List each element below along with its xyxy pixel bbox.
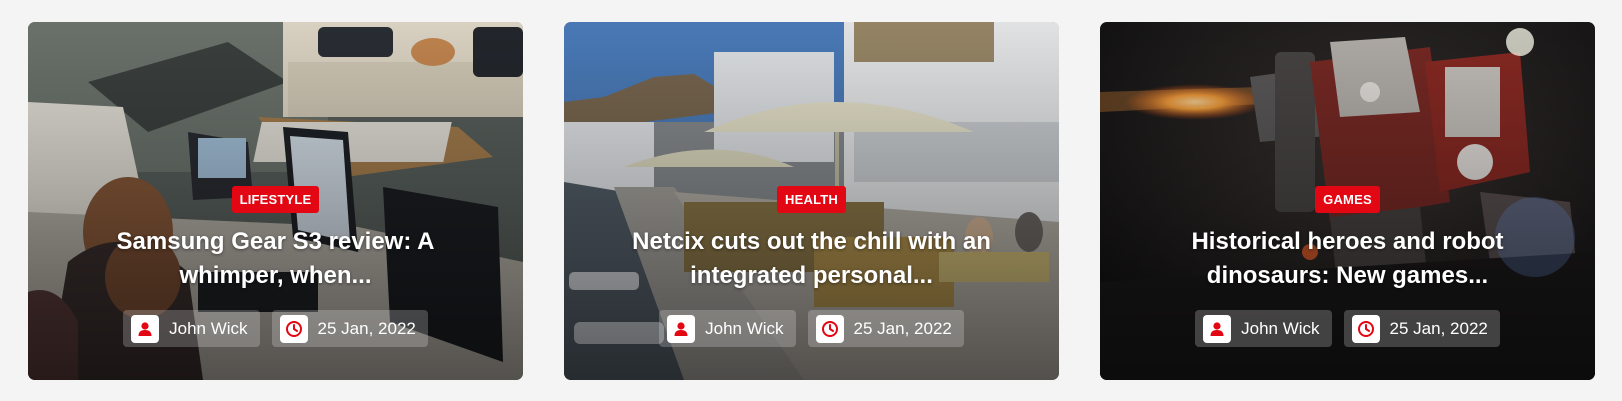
post-card[interactable]: GAMES Historical heroes and robot dinosa…: [1100, 22, 1595, 380]
user-icon: [667, 314, 696, 343]
clock-icon: [815, 314, 844, 343]
user-icon: [1203, 314, 1232, 343]
clock-icon: [279, 314, 308, 343]
post-card[interactable]: HEALTH Netcix cuts out the chill with an…: [564, 22, 1059, 380]
post-title[interactable]: Samsung Gear S3 review: A whimper, when.…: [86, 225, 466, 293]
date-link[interactable]: 25 Jan, 2022: [1343, 310, 1500, 347]
post-date: 25 Jan, 2022: [853, 318, 952, 338]
post-card-content: LIFESTYLE Samsung Gear S3 review: A whim…: [28, 186, 523, 347]
date-link[interactable]: 25 Jan, 2022: [271, 310, 428, 347]
post-card[interactable]: LIFESTYLE Samsung Gear S3 review: A whim…: [28, 22, 523, 380]
author-link[interactable]: John Wick: [1195, 310, 1332, 347]
post-card-grid: LIFESTYLE Samsung Gear S3 review: A whim…: [28, 22, 1595, 380]
post-meta: John Wick 25 Jan, 2022: [123, 310, 428, 347]
category-badge[interactable]: GAMES: [1315, 186, 1380, 213]
post-card-content: GAMES Historical heroes and robot dinosa…: [1100, 186, 1595, 347]
category-badge[interactable]: LIFESTYLE: [231, 186, 320, 213]
clock-icon: [1351, 314, 1380, 343]
author-link[interactable]: John Wick: [659, 310, 796, 347]
user-icon: [131, 314, 160, 343]
post-card-content: HEALTH Netcix cuts out the chill with an…: [564, 186, 1059, 347]
post-title[interactable]: Netcix cuts out the chill with an integr…: [622, 225, 1002, 293]
post-date: 25 Jan, 2022: [1389, 318, 1488, 338]
post-date: 25 Jan, 2022: [317, 318, 416, 338]
author-link[interactable]: John Wick: [123, 310, 260, 347]
author-name: John Wick: [169, 318, 248, 338]
date-link[interactable]: 25 Jan, 2022: [807, 310, 964, 347]
post-meta: John Wick 25 Jan, 2022: [1195, 310, 1500, 347]
post-meta: John Wick 25 Jan, 2022: [659, 310, 964, 347]
category-badge[interactable]: HEALTH: [777, 186, 846, 213]
author-name: John Wick: [705, 318, 784, 338]
author-name: John Wick: [1241, 318, 1320, 338]
post-title[interactable]: Historical heroes and robot dinosaurs: N…: [1158, 225, 1538, 293]
